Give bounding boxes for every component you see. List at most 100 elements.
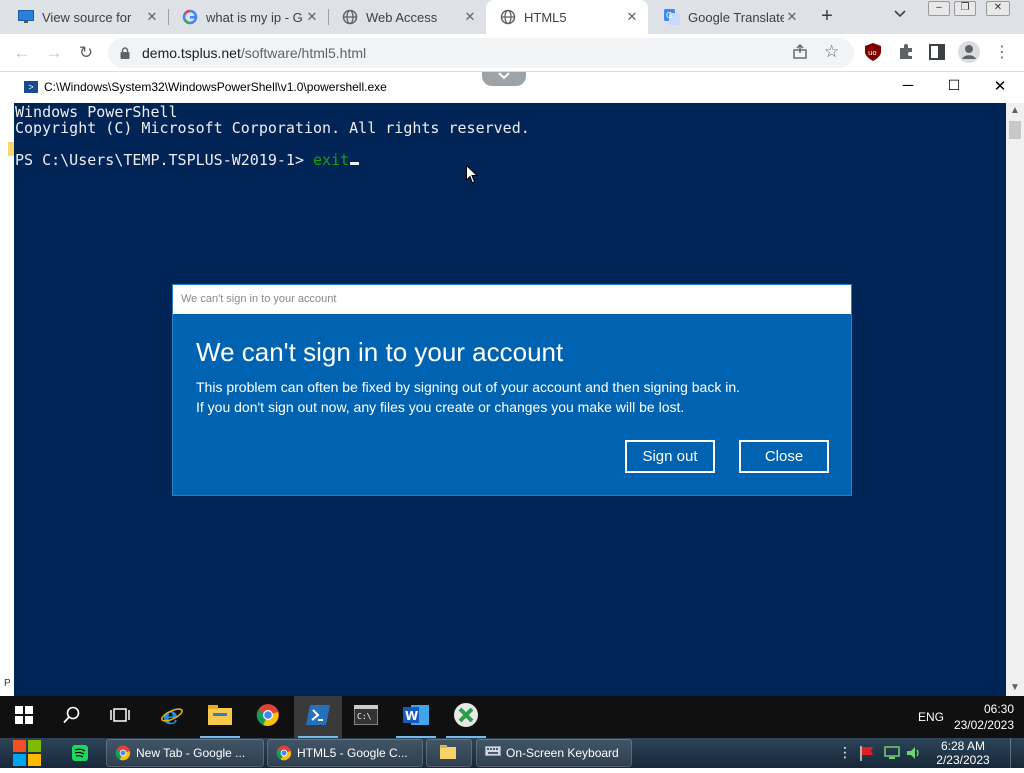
extensions-puzzle-icon[interactable] (897, 43, 915, 66)
address-bar[interactable]: demo.tsplus.net/software/html5.html ☆ (108, 38, 854, 68)
back-arrow-icon[interactable]: ← (12, 43, 32, 63)
scroll-down-arrow-icon[interactable]: ▼ (1006, 682, 1024, 693)
google-icon (182, 9, 198, 25)
svg-text:G: G (666, 11, 672, 20)
tab-google-translate[interactable]: G Google Translate ✕ (650, 0, 808, 34)
close-button[interactable]: Close (739, 440, 829, 473)
remote-clock[interactable]: 06:30 23/02/2023 (940, 701, 1014, 733)
taskbar-internet-explorer[interactable]: e (148, 696, 196, 738)
flag-tray-icon[interactable] (859, 746, 875, 764)
forward-arrow-icon[interactable]: → (44, 43, 64, 63)
sign-in-error-dialog: We can't sign in to your account We can'… (172, 284, 852, 496)
scroll-up-arrow-icon[interactable]: ▲ (1006, 105, 1024, 116)
dialog-message: If you don't sign out now, any files you… (196, 399, 685, 415)
powershell-icon (306, 704, 330, 730)
url-host: demo.tsplus.net (142, 45, 241, 61)
taskbar-powershell[interactable] (294, 696, 342, 738)
search-button[interactable] (48, 696, 96, 738)
local-clock[interactable]: 6:28 AM 2/23/2023 (930, 739, 996, 767)
side-panel-icon[interactable] (929, 44, 945, 65)
sign-out-button[interactable]: Sign out (625, 440, 715, 473)
close-window-button[interactable]: ✕ (986, 1, 1010, 16)
console-prompt: PS C:\Users\TEMP.TSPLUS-W2019-1> (15, 151, 314, 169)
close-icon[interactable]: ✕ (624, 9, 640, 25)
remote-desktop-icon (454, 702, 478, 732)
tab-label: View source for (42, 9, 132, 25)
lock-icon[interactable] (120, 46, 130, 59)
tab-view-source[interactable]: View source for ✕ (4, 0, 168, 34)
console-scrollbar[interactable]: ▲ ▼ (1006, 103, 1024, 696)
volume-tray-icon[interactable] (906, 746, 922, 763)
svg-text:C:\: C:\ (357, 712, 372, 721)
close-icon[interactable]: ✕ (304, 9, 320, 25)
taskbar-chrome[interactable] (244, 696, 292, 738)
tab-search-icon[interactable] (894, 7, 906, 21)
chrome-icon (256, 703, 280, 732)
minimize-window-button[interactable]: ‒ (928, 1, 950, 16)
tray-overflow-icon[interactable]: ⋮ (838, 744, 852, 761)
local-time: 6:28 AM (940, 739, 986, 753)
pinned-app-icon[interactable] (72, 745, 88, 766)
powershell-window-title: C:\Windows\System32\WindowsPowerShell\v1… (44, 80, 387, 94)
tab-what-is-my-ip[interactable]: what is my ip - G ✕ (168, 0, 328, 34)
bookmark-star-icon[interactable]: ☆ (824, 42, 839, 62)
restore-window-button[interactable]: ❐ (954, 1, 976, 16)
globe-icon (500, 9, 516, 25)
windows-logo-icon (15, 705, 33, 729)
network-tray-icon[interactable] (884, 746, 900, 763)
profile-avatar-icon[interactable] (958, 41, 980, 68)
tab-label: Web Access (366, 9, 438, 25)
globe-icon (342, 9, 358, 25)
svg-text:uo: uo (868, 49, 877, 57)
minimize-icon[interactable]: ─ (898, 77, 918, 94)
menu-kebab-icon[interactable]: ⋮ (994, 42, 1010, 62)
new-tab-button[interactable]: + (815, 6, 839, 28)
folder-icon (440, 745, 456, 761)
taskbar-item-new-tab[interactable]: New Tab - Google ... (106, 739, 264, 767)
taskbar-item-label: On-Screen Keyboard (506, 746, 619, 760)
keyboard-icon (485, 745, 501, 761)
dialog-titlebar[interactable]: We can't sign in to your account (173, 285, 851, 314)
windows-flag-icon (10, 740, 44, 772)
remote-time: 06:30 (983, 702, 1014, 716)
start-orb[interactable] (10, 738, 44, 768)
close-icon[interactable]: ✕ (990, 77, 1010, 95)
session-toolbar-pull-tab[interactable] (482, 72, 526, 86)
dialog-message: This problem can often be fixed by signi… (196, 379, 741, 395)
close-icon[interactable]: ✕ (784, 9, 800, 25)
taskbar-remote-app[interactable] (442, 696, 490, 738)
taskbar-item-html5[interactable]: HTML5 - Google C... (267, 739, 423, 767)
reload-icon[interactable]: ↻ (76, 43, 96, 63)
task-view-button[interactable] (96, 696, 144, 738)
scrollbar-thumb[interactable] (1009, 121, 1021, 139)
taskbar-item-on-screen-keyboard[interactable]: On-Screen Keyboard (476, 739, 632, 767)
taskbar-command-prompt[interactable]: C:\ (342, 696, 390, 738)
browser-tab-strip: View source for ✕ what is my ip - G ✕ We… (0, 0, 1024, 34)
remote-date: 23/02/2023 (953, 718, 1014, 732)
browser-toolbar: ← → ↻ demo.tsplus.net/software/html5.htm… (0, 34, 1024, 72)
url-text: demo.tsplus.net/software/html5.html (142, 45, 366, 61)
desktop-edge: P (0, 72, 14, 696)
tab-html5[interactable]: HTML5 ✕ (486, 0, 648, 34)
taskbar-item-label: New Tab - Google ... (136, 746, 246, 760)
monitor-icon (18, 9, 34, 25)
taskbar-file-explorer[interactable] (196, 696, 244, 738)
maximize-icon[interactable]: ☐ (944, 77, 964, 94)
taskbar-item-explorer[interactable] (426, 739, 472, 767)
search-icon (63, 706, 81, 729)
chrome-icon (115, 745, 131, 761)
tab-label: HTML5 (524, 9, 567, 25)
start-button[interactable] (0, 696, 48, 738)
show-desktop-button[interactable] (1010, 738, 1024, 768)
close-icon[interactable]: ✕ (144, 9, 160, 25)
internet-explorer-icon: e (160, 701, 184, 732)
close-icon[interactable]: ✕ (462, 9, 478, 25)
taskbar-item-label: HTML5 - Google C... (297, 746, 408, 760)
taskbar-word[interactable]: W (392, 696, 440, 738)
ublock-extension-icon[interactable]: uo (865, 43, 881, 66)
dialog-heading: We can't sign in to your account (196, 337, 564, 367)
share-icon[interactable] (792, 44, 808, 65)
tab-web-access[interactable]: Web Access ✕ (328, 0, 486, 34)
tab-label: Google Translate (688, 9, 784, 25)
console-prompt-line: PS C:\Users\TEMP.TSPLUS-W2019-1> exit (15, 151, 360, 169)
